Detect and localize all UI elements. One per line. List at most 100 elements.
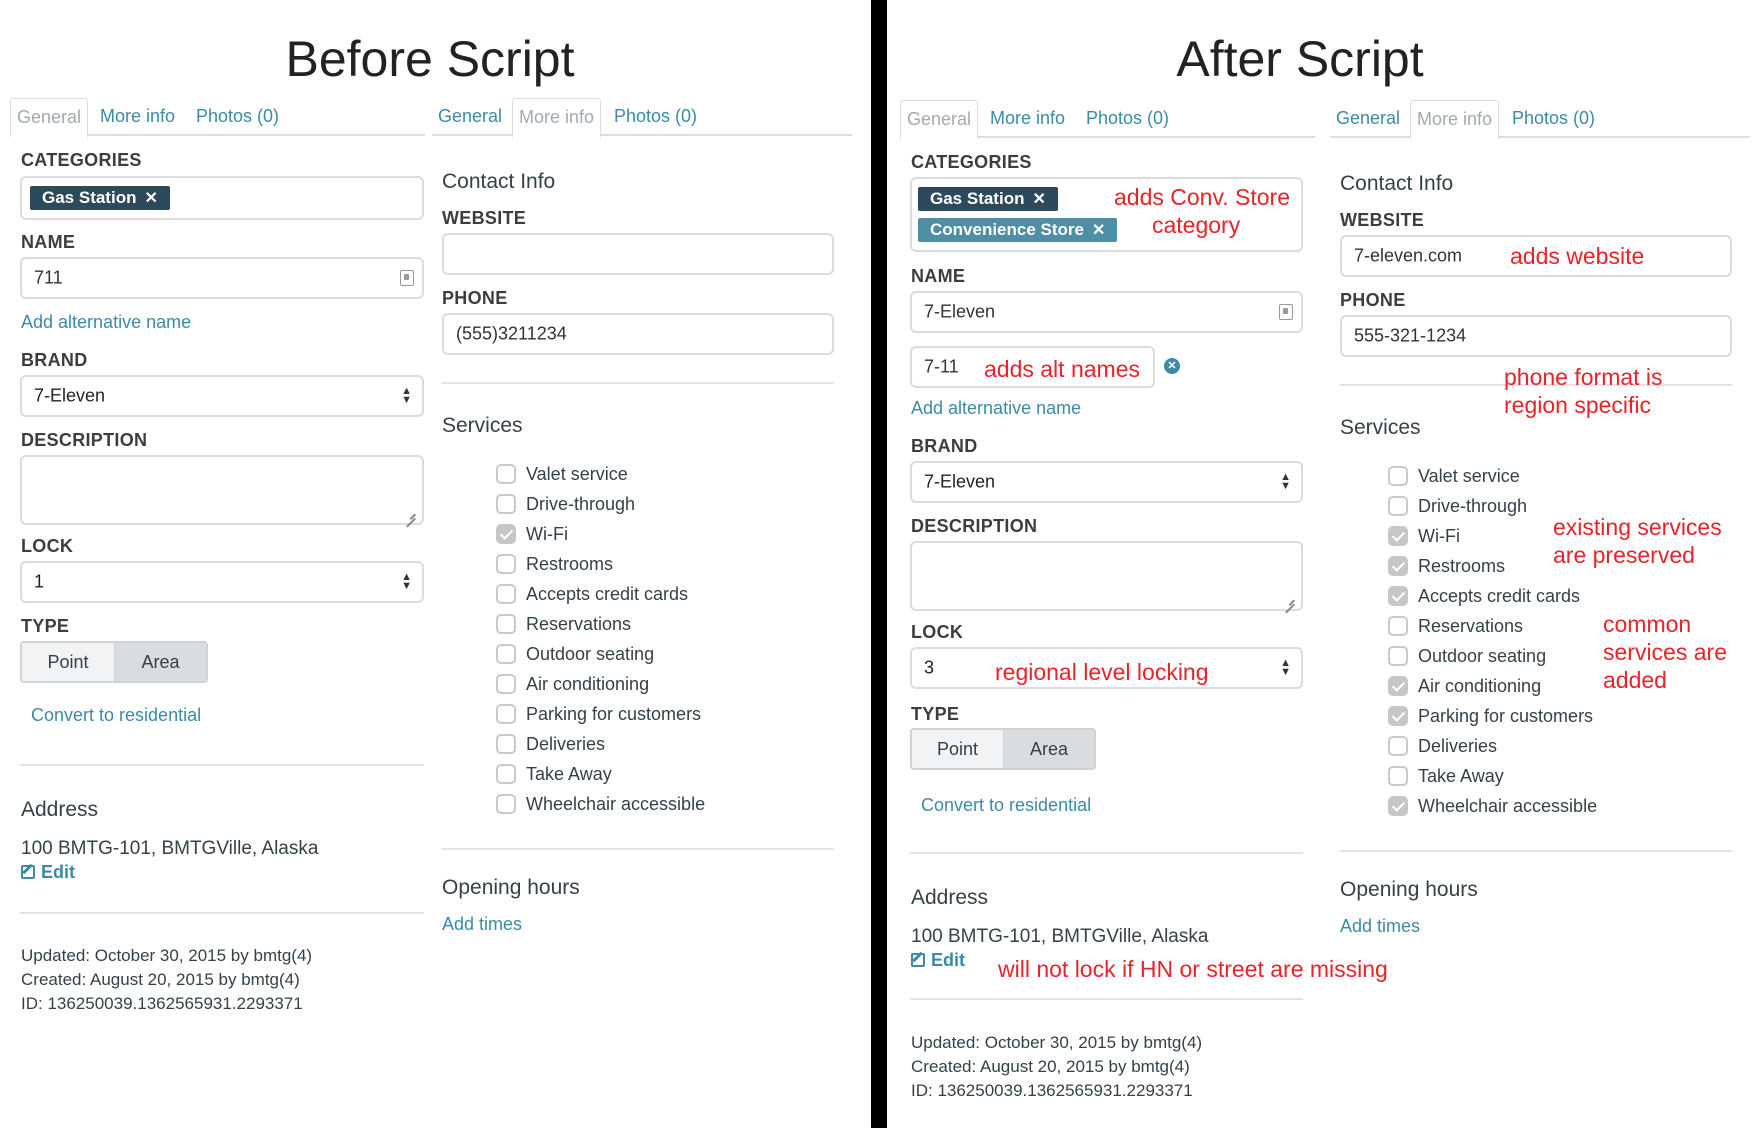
service-checkbox[interactable] [496, 734, 516, 754]
type-toggle: Point Area [20, 641, 208, 683]
tab-photos[interactable]: Photos (0) [608, 98, 703, 136]
before-more-info-panel: General More info Photos (0) Contact Inf… [432, 98, 852, 1058]
service-label: Parking for customers [526, 704, 702, 724]
type-point-button[interactable]: Point [912, 730, 1003, 768]
service-checkbox[interactable] [496, 764, 516, 784]
tab-general[interactable]: General [10, 98, 89, 138]
service-checkbox[interactable] [1388, 646, 1408, 666]
created-text: Created: August 20, 2015 by bmtg(4) [21, 970, 300, 989]
note-category-line-1: adds Conv. Store [1114, 184, 1291, 210]
service-label: Drive-through [1418, 496, 1528, 516]
description-textarea[interactable] [910, 541, 1303, 611]
type-area-button[interactable]: Area [114, 643, 206, 681]
lock-select[interactable]: 1 ▲ ▼ [20, 561, 424, 603]
add-times-link[interactable]: Add times [442, 914, 522, 935]
website-value: 7-eleven.com [1354, 245, 1463, 266]
edit-icon [911, 953, 925, 967]
tab-more-info[interactable]: More info [512, 98, 602, 138]
divider [910, 852, 1303, 854]
name-input[interactable]: 711 [20, 257, 424, 299]
category-chip-label: Convenience Store [930, 220, 1084, 239]
service-checkbox[interactable] [1388, 466, 1408, 486]
service-checkbox[interactable] [1388, 676, 1408, 696]
tab-photos[interactable]: Photos (0) [1080, 100, 1175, 138]
tab-photos[interactable]: Photos (0) [190, 98, 285, 136]
address-title: Address [911, 886, 989, 909]
description-label: DESCRIPTION [21, 430, 148, 450]
remove-alt-name-icon[interactable]: ✕ [1164, 358, 1180, 374]
add-times-link[interactable]: Add times [1340, 916, 1420, 937]
service-label: Valet service [526, 464, 628, 484]
service-checkbox[interactable] [496, 704, 516, 724]
tab-more-info[interactable]: More info [94, 98, 181, 136]
tab-photos[interactable]: Photos (0) [1506, 100, 1601, 138]
brand-value: 7-Eleven [924, 471, 996, 492]
convert-to-residential-link[interactable]: Convert to residential [31, 705, 201, 726]
updated-text: Updated: October 30, 2015 by bmtg(4) [911, 1033, 1203, 1052]
tab-general[interactable]: General [432, 98, 508, 136]
service-checkbox[interactable] [1388, 766, 1408, 786]
remove-icon[interactable]: ✕ [1092, 222, 1105, 239]
service-checkbox[interactable] [496, 524, 516, 544]
service-label: Take Away [1418, 766, 1504, 786]
meta-info: Updated: October 30, 2015 by bmtg(4) Cre… [21, 944, 312, 1016]
service-checkbox[interactable] [496, 464, 516, 484]
tab-bar: General More info Photos (0) [10, 98, 425, 138]
website-input[interactable] [442, 233, 834, 275]
service-checkbox[interactable] [496, 614, 516, 634]
services-title: Services [1340, 416, 1421, 439]
service-checkbox[interactable] [496, 794, 516, 814]
phone-input[interactable]: (555)3211234 [442, 313, 834, 355]
service-label: Reservations [1418, 616, 1524, 636]
lock-value: 3 [924, 657, 935, 678]
categories-field[interactable]: Gas Station ✕ [20, 176, 424, 220]
edit-address-button[interactable]: Edit [21, 862, 75, 883]
add-alternative-name-link[interactable]: Add alternative name [21, 312, 191, 333]
name-input[interactable]: 7-Eleven [910, 291, 1303, 333]
service-checkbox[interactable] [496, 494, 516, 514]
remove-icon[interactable]: ✕ [144, 190, 157, 207]
service-checkbox[interactable] [1388, 736, 1408, 756]
service-checkbox[interactable] [1388, 796, 1408, 816]
lock-icon[interactable] [1279, 304, 1293, 320]
phone-input[interactable]: 555-321-1234 [1340, 315, 1732, 357]
description-textarea[interactable] [20, 455, 424, 525]
divider [20, 764, 424, 766]
service-checkbox[interactable] [1388, 526, 1408, 546]
edit-address-button[interactable]: Edit [911, 950, 965, 971]
service-checkbox[interactable] [1388, 586, 1408, 606]
remove-icon[interactable]: ✕ [1032, 191, 1045, 208]
website-label: WEBSITE [442, 208, 527, 228]
description-label: DESCRIPTION [911, 516, 1038, 536]
tab-more-info[interactable]: More info [1410, 100, 1500, 140]
service-checkbox[interactable] [1388, 496, 1408, 516]
tab-more-info[interactable]: More info [984, 100, 1071, 138]
note-existing-line-2: are preserved [1553, 542, 1695, 568]
lock-icon[interactable] [400, 270, 414, 286]
resize-handle-icon[interactable] [1285, 593, 1297, 605]
convert-to-residential-link[interactable]: Convert to residential [921, 795, 1091, 816]
tab-general[interactable]: General [900, 100, 979, 140]
type-area-button[interactable]: Area [1003, 730, 1094, 768]
brand-select[interactable]: 7-Eleven ▲ ▼ [910, 461, 1303, 503]
category-chip: Gas Station ✕ [918, 187, 1058, 211]
service-checkbox[interactable] [1388, 556, 1408, 576]
note-alt-names: adds alt names [984, 356, 1140, 382]
service-checkbox[interactable] [496, 554, 516, 574]
tab-general[interactable]: General [1330, 100, 1406, 138]
brand-select[interactable]: 7-Eleven ▲ ▼ [20, 375, 424, 417]
website-label: WEBSITE [1340, 210, 1425, 230]
opening-hours-title: Opening hours [442, 876, 580, 899]
id-text: ID: 136250039.1362565931.2293371 [21, 994, 303, 1013]
service-checkbox[interactable] [1388, 616, 1408, 636]
service-checkbox[interactable] [496, 644, 516, 664]
resize-handle-icon[interactable] [406, 507, 418, 519]
add-alternative-name-link[interactable]: Add alternative name [911, 398, 1081, 419]
service-label: Deliveries [526, 734, 606, 754]
service-checkbox[interactable] [1388, 706, 1408, 726]
note-lock: regional level locking [995, 659, 1209, 685]
service-checkbox[interactable] [496, 584, 516, 604]
service-checkbox[interactable] [496, 674, 516, 694]
type-point-button[interactable]: Point [22, 643, 114, 681]
before-general-panel: General More info Photos (0) CATEGORIES … [10, 98, 425, 1058]
